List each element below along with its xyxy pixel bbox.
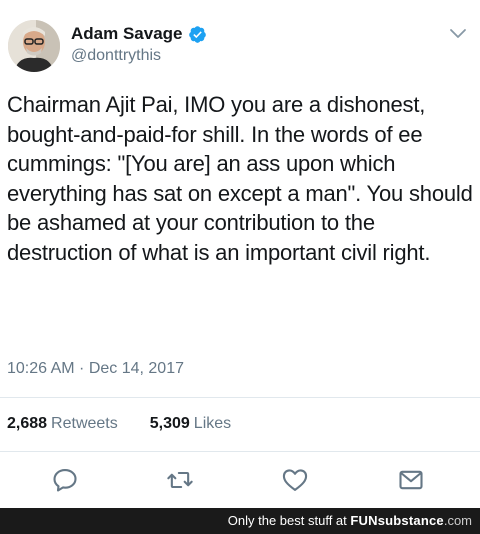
author-row: Adam Savage xyxy=(71,24,207,44)
reply-icon[interactable] xyxy=(51,466,79,494)
likes-stat[interactable]: 5,309 Likes xyxy=(150,415,231,433)
chevron-down-icon[interactable] xyxy=(448,24,468,44)
tweet-timestamp[interactable]: 10:26 AM · Dec 14, 2017 xyxy=(7,360,184,378)
author-name[interactable]: Adam Savage xyxy=(71,24,183,44)
likes-count: 5,309 xyxy=(149,415,190,432)
retweets-stat[interactable]: 2,688 Retweets xyxy=(7,415,118,433)
tweet-card: Adam Savage @donttrythis Chairman Ajit P… xyxy=(0,0,480,534)
watermark-brand: FUNsubstance xyxy=(350,513,444,528)
divider xyxy=(0,451,480,452)
share-icon[interactable] xyxy=(397,466,425,494)
retweet-icon[interactable] xyxy=(166,466,194,494)
author-handle[interactable]: @donttrythis xyxy=(71,47,161,65)
avatar[interactable] xyxy=(8,20,60,72)
watermark-bar: Only the best stuff at FUNsubstance.com xyxy=(0,508,480,534)
tweet-stats: 2,688 Retweets 5,309 Likes xyxy=(7,415,231,433)
retweets-count: 2,688 xyxy=(7,415,48,432)
tweet-actions xyxy=(0,464,480,498)
divider xyxy=(0,397,480,398)
avatar-image xyxy=(8,20,60,72)
watermark-brand-suffix: .com xyxy=(443,513,472,528)
heart-icon[interactable] xyxy=(281,466,309,494)
likes-label: Likes xyxy=(193,415,232,432)
retweets-label: Retweets xyxy=(51,415,118,432)
watermark-prefix: Only the best stuff at xyxy=(227,513,347,528)
tweet-text: Chairman Ajit Pai, IMO you are a dishone… xyxy=(7,92,473,265)
verified-badge-icon xyxy=(188,25,206,43)
